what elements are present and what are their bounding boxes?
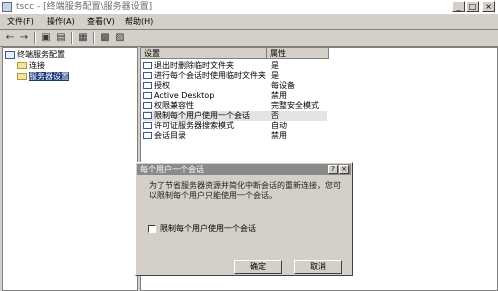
minimize-button[interactable]: _ — [452, 1, 465, 12]
toolbar-separator — [93, 32, 95, 44]
setting-value: 是 — [271, 71, 279, 80]
setting-label: 限制每个用户使用一个会话 — [154, 111, 250, 120]
column-header-setting[interactable]: 设置 — [141, 48, 267, 59]
setting-icon — [143, 102, 152, 109]
setting-value: 每设备 — [271, 81, 295, 90]
list-row-selected[interactable]: 限制每个用户使用一个会话 — [143, 111, 327, 121]
setting-value: 禁用 — [271, 91, 287, 100]
up-icon[interactable]: ▣ — [39, 31, 53, 44]
cancel-button[interactable]: 取消 — [294, 260, 342, 274]
list-row[interactable]: 会话目录 — [143, 131, 327, 141]
setting-label: 许可证服务器搜索模式 — [154, 121, 234, 130]
app-icon — [2, 2, 12, 12]
checkbox-label[interactable]: 限制每个用户使用一个会话 — [160, 223, 256, 234]
help-button[interactable]: ? — [328, 165, 338, 174]
ok-button[interactable]: 确定 — [234, 260, 282, 274]
setting-icon — [143, 72, 152, 79]
setting-label: Active Desktop — [154, 91, 215, 100]
list-row[interactable]: 授权 — [143, 81, 327, 91]
tree-item-label: 服务器设置 — [29, 72, 69, 81]
folder-icon — [17, 62, 27, 69]
tree-item-connections[interactable]: 连接 — [17, 61, 45, 71]
setting-value: 自动 — [271, 121, 287, 130]
setting-value: 完整安全模式 — [271, 101, 319, 110]
setting-label: 授权 — [154, 81, 170, 90]
setting-icon — [143, 82, 152, 89]
setting-value: 否 — [271, 111, 279, 120]
dialog-title: 每个用户一个会话 — [140, 165, 204, 174]
setting-label: 进行每个会话时使用临时文件夹 — [154, 71, 266, 80]
toolbar-separator — [34, 32, 36, 44]
tree-root-label: 终端服务配置 — [17, 50, 65, 59]
setting-label: 会话目录 — [154, 131, 186, 140]
list-row[interactable]: 许可证服务器搜索模式 — [143, 121, 327, 131]
menu-file[interactable]: 文件(F) — [4, 15, 37, 28]
list-row[interactable]: Active Desktop — [143, 91, 327, 101]
column-header-value[interactable]: 属性 — [267, 48, 329, 59]
dialog-close-button[interactable]: × — [339, 165, 349, 174]
maximize-button[interactable]: □ — [466, 1, 479, 12]
setting-icon — [143, 122, 152, 129]
console-icon — [5, 50, 15, 59]
dialog-description: 为了节省服务器资源并简化中断会话的重新连接，您可以限制每个用户只能使用一个会话。 — [149, 181, 341, 200]
tree-pane: 终端服务配置 连接 服务器设置 — [2, 47, 138, 291]
help-icon[interactable]: ▩ — [98, 31, 112, 44]
setting-label: 权限兼容性 — [154, 101, 194, 110]
title-bar: tscc - [终端服务配置\服务器设置] _ □ × — [0, 0, 498, 14]
setting-label: 退出时删除临时文件夹 — [154, 61, 234, 70]
list-row[interactable]: 退出时删除临时文件夹 — [143, 61, 327, 71]
menu-view[interactable]: 查看(V) — [84, 15, 118, 28]
toolbar-separator — [71, 32, 73, 44]
show-tree-icon[interactable]: ▤ — [54, 31, 68, 44]
setting-icon — [143, 62, 152, 69]
tree-item-label: 连接 — [29, 61, 45, 70]
list-row[interactable]: 进行每个会话时使用临时文件夹 — [143, 71, 327, 81]
properties-icon[interactable]: ▦ — [76, 31, 90, 44]
menu-bar: 文件(F) 操作(A) 查看(V) 帮助(H) — [0, 14, 498, 30]
toolbar: ← → ▣ ▤ ▦ ▩ ▨ — [0, 30, 498, 47]
setting-value: 是 — [271, 61, 279, 70]
back-icon[interactable]: ← — [3, 31, 17, 44]
setting-value: 禁用 — [271, 131, 287, 140]
menu-help[interactable]: 帮助(H) — [122, 15, 156, 28]
close-button[interactable]: × — [482, 1, 495, 12]
single-session-checkbox[interactable] — [148, 225, 156, 233]
setting-icon — [143, 112, 152, 119]
tree-item-server-settings[interactable]: 服务器设置 — [17, 72, 69, 82]
dialog-title-bar: 每个用户一个会话 ? × — [137, 164, 351, 175]
menu-action[interactable]: 操作(A) — [44, 15, 78, 28]
forward-icon[interactable]: → — [17, 31, 31, 44]
window-title: tscc - [终端服务配置\服务器设置] — [16, 2, 153, 12]
view-icon[interactable]: ▨ — [113, 31, 127, 44]
setting-icon — [143, 132, 152, 139]
properties-dialog: 每个用户一个会话 ? × 为了节省服务器资源并简化中断会话的重新连接，您可以限制… — [135, 162, 353, 276]
tree-root[interactable]: 终端服务配置 — [5, 50, 65, 60]
setting-icon — [143, 92, 152, 99]
folder-icon — [17, 73, 27, 80]
